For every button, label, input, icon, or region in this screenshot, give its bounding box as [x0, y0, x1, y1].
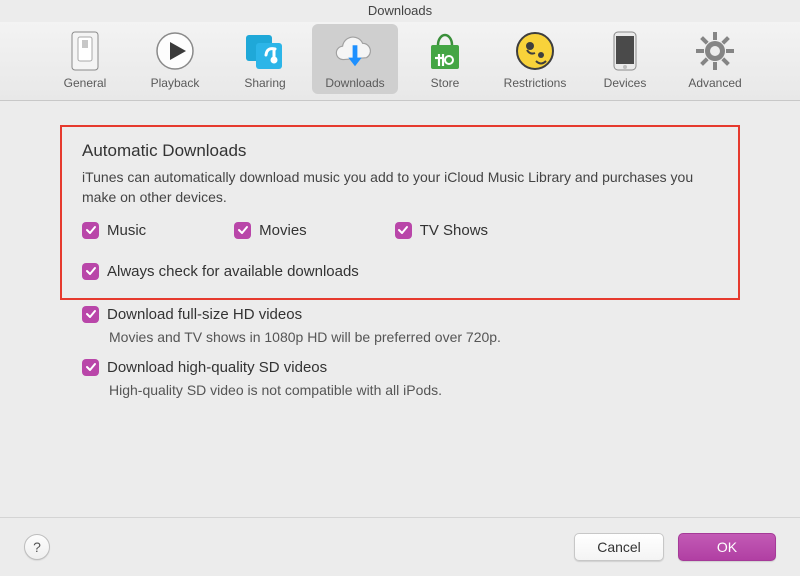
tab-label: Downloads [325, 76, 384, 90]
tab-label: Restrictions [504, 76, 567, 90]
checkbox-sd[interactable]: Download high-quality SD videos [82, 359, 718, 376]
checkbox-label: Music [107, 222, 146, 239]
checkbox-label: Download high-quality SD videos [107, 359, 327, 376]
play-icon [154, 30, 196, 72]
ok-button[interactable]: OK [678, 533, 776, 561]
section-description: iTunes can automatically download music … [82, 167, 718, 208]
checkbox-label: Movies [259, 222, 307, 239]
section-title: Automatic Downloads [82, 141, 718, 161]
restrictions-icon [514, 30, 556, 72]
cloud-download-icon [334, 30, 376, 72]
tab-label: Advanced [688, 76, 741, 90]
checkmark-icon [82, 222, 99, 239]
tab-playback[interactable]: Playback [132, 24, 218, 94]
checkmark-icon [82, 306, 99, 323]
auto-downloads-section: Automatic Downloads iTunes can automatic… [60, 125, 740, 300]
media-type-row: Music Movies TV Shows [82, 222, 718, 239]
checkbox-label: Always check for available downloads [107, 263, 359, 280]
checkmark-icon [395, 222, 412, 239]
dialog-footer: ? Cancel OK [0, 517, 800, 576]
help-button[interactable]: ? [24, 534, 50, 560]
tab-label: Devices [604, 76, 647, 90]
tab-label: Store [431, 76, 460, 90]
checkmark-icon [234, 222, 251, 239]
tab-devices[interactable]: Devices [582, 24, 668, 94]
store-icon [424, 30, 466, 72]
preferences-toolbar: General Playback Sharing [0, 22, 800, 101]
checkbox-always-check[interactable]: Always check for available downloads [82, 263, 718, 280]
gear-icon [694, 30, 736, 72]
tab-restrictions[interactable]: Restrictions [492, 24, 578, 94]
tab-advanced[interactable]: Advanced [672, 24, 758, 94]
sd-description: High-quality SD video is not compatible … [109, 382, 718, 398]
tab-store[interactable]: Store [402, 24, 488, 94]
window-title: Downloads [0, 0, 800, 22]
checkbox-tvshows[interactable]: TV Shows [395, 222, 488, 239]
general-icon [64, 30, 106, 72]
additional-options: Download full-size HD videos Movies and … [48, 306, 752, 398]
checkbox-music[interactable]: Music [82, 222, 146, 239]
tab-label: Playback [151, 76, 200, 90]
sharing-icon [244, 30, 286, 72]
checkmark-icon [82, 263, 99, 280]
tab-label: Sharing [244, 76, 285, 90]
checkbox-label: Download full-size HD videos [107, 306, 302, 323]
hd-description: Movies and TV shows in 1080p HD will be … [109, 329, 718, 345]
cancel-button[interactable]: Cancel [574, 533, 664, 561]
checkmark-icon [82, 359, 99, 376]
tab-sharing[interactable]: Sharing [222, 24, 308, 94]
checkbox-hd[interactable]: Download full-size HD videos [82, 306, 718, 323]
tab-label: General [64, 76, 107, 90]
content-area: Automatic Downloads iTunes can automatic… [0, 101, 800, 398]
device-icon [604, 30, 646, 72]
checkbox-label: TV Shows [420, 222, 488, 239]
checkbox-movies[interactable]: Movies [234, 222, 307, 239]
tab-downloads[interactable]: Downloads [312, 24, 398, 94]
tab-general[interactable]: General [42, 24, 128, 94]
